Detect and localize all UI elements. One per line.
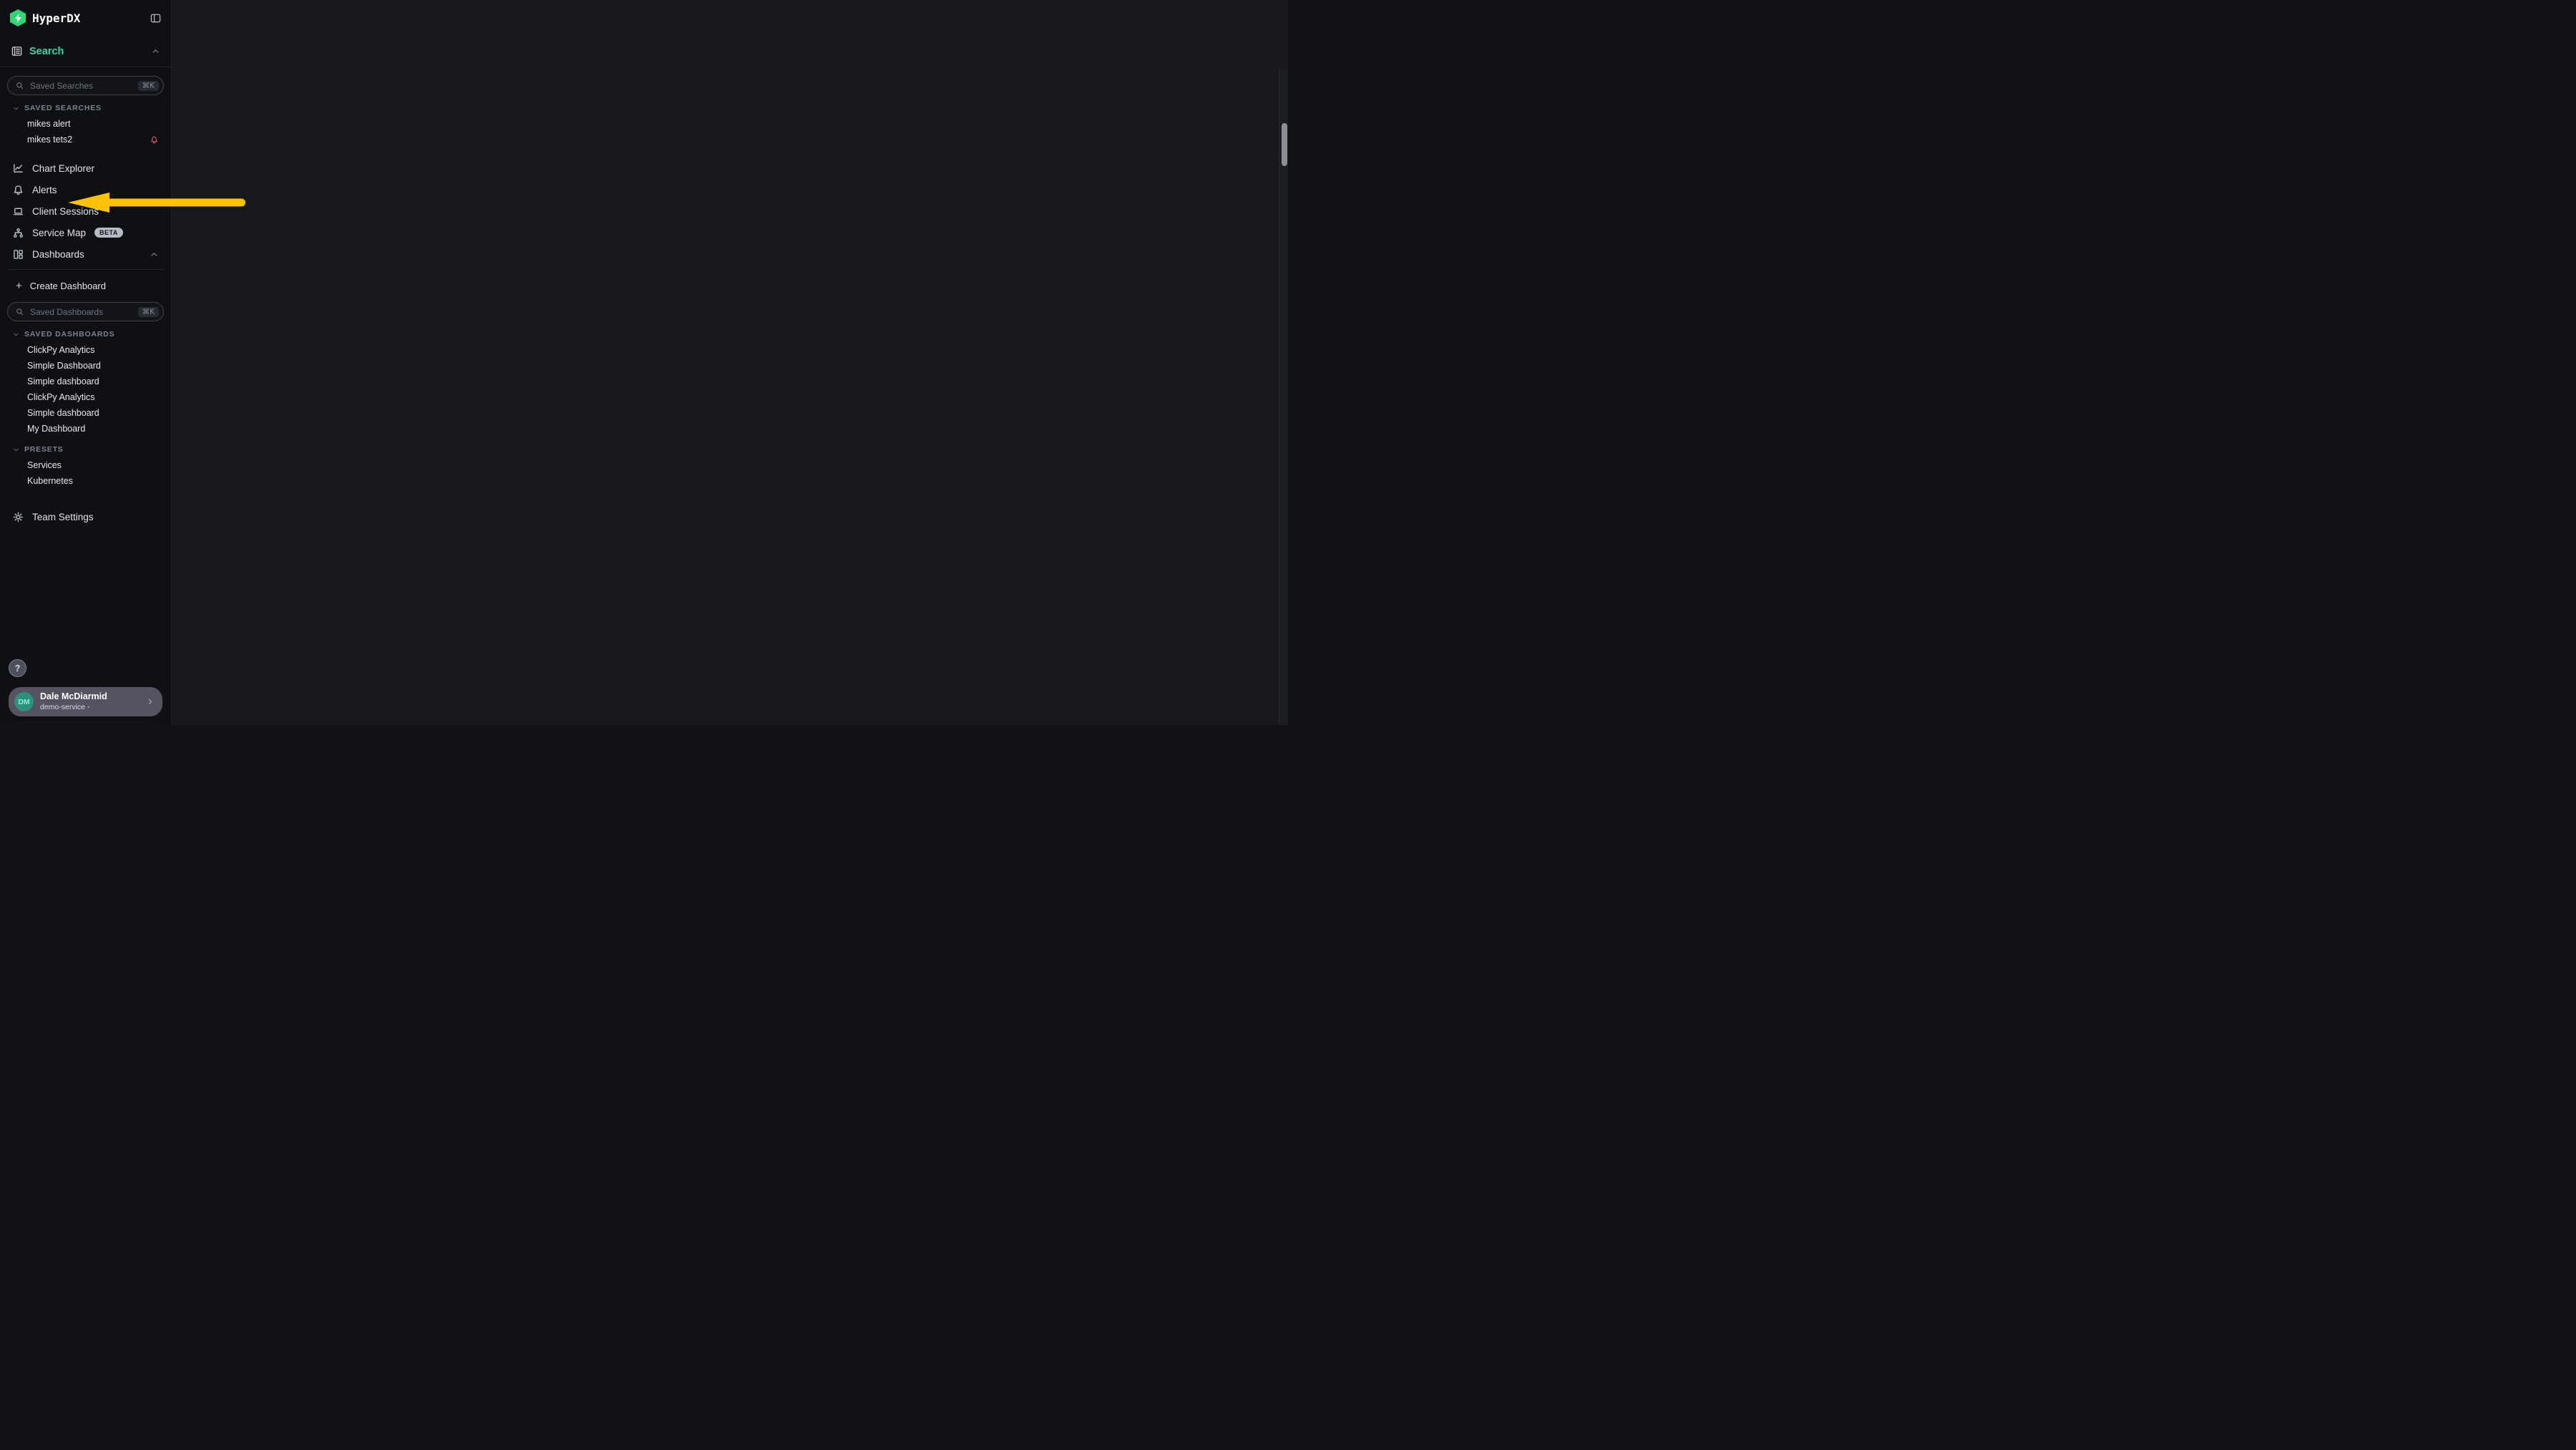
avatar: DM	[14, 692, 34, 711]
saved-searches-list: mikes alert mikes tets2	[7, 116, 164, 147]
saved-searches-section[interactable]: SAVED SEARCHES	[13, 104, 160, 112]
user-meta: Dale McDiarmid demo-service -	[40, 691, 107, 712]
plus-icon: +	[16, 281, 22, 291]
search-icon	[16, 308, 24, 316]
saved-search-item[interactable]: mikes tets2	[7, 132, 164, 147]
sitemap-icon	[13, 228, 24, 238]
sidebar-item-chart-explorer[interactable]: Chart Explorer	[7, 157, 164, 179]
saved-search-item[interactable]: mikes alert	[7, 116, 164, 132]
saved-search-label: mikes tets2	[27, 135, 72, 145]
saved-dashboard-item[interactable]: My Dashboard	[7, 421, 164, 437]
create-dashboard-button[interactable]: + Create Dashboard	[7, 276, 164, 296]
search-list-icon	[11, 46, 22, 57]
sidebar-item-team-settings[interactable]: Team Settings	[7, 506, 164, 527]
app-title: HyperDX	[32, 11, 80, 25]
line-chart-icon	[13, 163, 24, 174]
bell-icon	[13, 185, 24, 195]
sidebar-item-dashboards[interactable]: Dashboards	[7, 243, 164, 265]
sidebar-collapse-icon[interactable]	[150, 13, 161, 24]
chevron-down-icon	[13, 331, 19, 338]
vertical-scrollbar-thumb[interactable]	[1282, 123, 1287, 166]
saved-dashboard-item[interactable]: Simple Dashboard	[7, 358, 164, 374]
vertical-scrollbar[interactable]	[1279, 69, 1288, 725]
saved-dashboards-list: ClickPy AnalyticsSimple DashboardSimple …	[7, 342, 164, 437]
saved-dashboards-searchbox[interactable]: ⌘K	[7, 302, 164, 321]
preset-item[interactable]: Services	[7, 457, 164, 473]
saved-dashboards-input[interactable]	[29, 306, 133, 318]
user-subtitle: demo-service -	[40, 703, 107, 712]
saved-dashboard-item[interactable]: ClickPy Analytics	[7, 389, 164, 405]
gear-icon	[13, 512, 24, 522]
shortcut-badge: ⌘K	[138, 307, 159, 317]
chevron-down-icon	[13, 447, 19, 453]
hyperdx-logo-icon	[10, 9, 26, 26]
saved-dashboards-section[interactable]: SAVED DASHBOARDS	[13, 330, 160, 339]
logo-row: HyperDX	[0, 0, 171, 36]
saved-dashboard-item[interactable]: Simple dashboard	[7, 374, 164, 389]
preset-item[interactable]: Kubernetes	[7, 473, 164, 489]
sidebar-scroll: ⌘K SAVED SEARCHES mikes alert mikes tets2…	[0, 67, 171, 652]
beta-badge: BETA	[94, 228, 123, 238]
user-profile-button[interactable]: DM Dale McDiarmid demo-service -	[9, 687, 162, 716]
sidebar-item-search[interactable]: Search	[0, 36, 171, 67]
chevron-right-icon	[146, 698, 154, 706]
chevron-up-icon[interactable]	[152, 47, 160, 55]
alert-bell-icon[interactable]	[150, 136, 158, 144]
sidebar-item-service-map[interactable]: Service Map BETA	[7, 222, 164, 243]
sidebar: HyperDX Search ⌘K	[0, 0, 172, 725]
help-button[interactable]: ?	[9, 659, 26, 677]
presets-list: ServicesKubernetes	[7, 457, 164, 489]
user-name: Dale McDiarmid	[40, 691, 107, 703]
saved-dashboard-item[interactable]: Simple dashboard	[7, 405, 164, 421]
presets-section[interactable]: PRESETS	[13, 445, 160, 454]
sidebar-bottom: ? DM Dale McDiarmid demo-service -	[0, 652, 171, 725]
saved-searches-searchbox[interactable]: ⌘K	[7, 76, 164, 95]
chevron-up-icon[interactable]	[150, 250, 158, 258]
laptop-icon	[13, 206, 24, 217]
shortcut-badge: ⌘K	[138, 81, 159, 91]
saved-searches-input[interactable]	[29, 80, 133, 92]
chevron-down-icon	[13, 105, 19, 112]
search-icon	[16, 82, 24, 89]
sidebar-divider	[7, 269, 164, 270]
search-nav-label: Search	[29, 46, 64, 57]
saved-dashboard-item[interactable]: ClickPy Analytics	[7, 342, 164, 358]
annotation-arrow-alerts	[68, 192, 248, 213]
saved-search-label: mikes alert	[27, 119, 70, 129]
dashboard-grid-icon	[13, 249, 24, 260]
hyperdx-app: HyperDX Search ⌘K	[0, 0, 1288, 725]
